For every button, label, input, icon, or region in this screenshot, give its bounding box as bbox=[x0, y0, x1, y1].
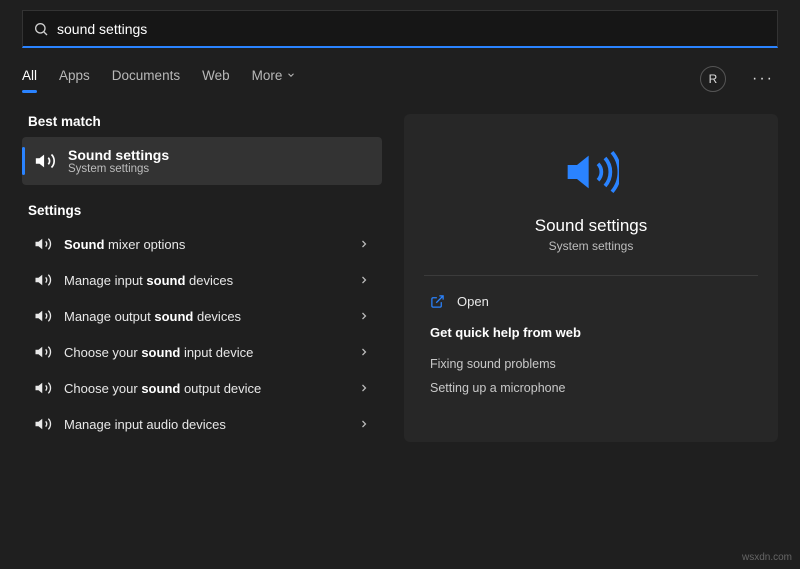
speaker-icon bbox=[34, 271, 52, 289]
settings-result[interactable]: Sound mixer options bbox=[22, 226, 382, 262]
section-best-match: Best match bbox=[28, 114, 382, 129]
tab-more[interactable]: More bbox=[252, 68, 297, 91]
tab-documents[interactable]: Documents bbox=[112, 68, 180, 91]
settings-result[interactable]: Manage output sound devices bbox=[22, 298, 382, 334]
search-input[interactable] bbox=[57, 21, 767, 37]
watermark: wsxdn.com bbox=[742, 552, 792, 563]
search-bar[interactable] bbox=[22, 10, 778, 48]
best-match-title: Sound settings bbox=[68, 147, 169, 163]
results-column: Best match Sound settings System setting… bbox=[22, 114, 382, 442]
speaker-icon bbox=[563, 144, 619, 200]
chevron-right-icon bbox=[358, 382, 370, 394]
speaker-icon bbox=[34, 150, 56, 172]
tab-web[interactable]: Web bbox=[202, 68, 230, 91]
help-link[interactable]: Setting up a microphone bbox=[430, 376, 752, 400]
help-heading: Get quick help from web bbox=[430, 325, 752, 340]
speaker-icon bbox=[34, 343, 52, 361]
tab-all[interactable]: All bbox=[22, 68, 37, 91]
filter-tabs: All Apps Documents Web More R ··· bbox=[22, 66, 778, 92]
chevron-down-icon bbox=[286, 70, 296, 80]
tab-more-label: More bbox=[252, 68, 283, 83]
search-icon bbox=[33, 21, 49, 37]
best-match-result[interactable]: Sound settings System settings bbox=[22, 137, 382, 185]
divider bbox=[424, 275, 758, 276]
open-icon bbox=[430, 294, 445, 309]
settings-result[interactable]: Manage input audio devices bbox=[22, 406, 382, 442]
speaker-icon bbox=[34, 235, 52, 253]
settings-list: Sound mixer options Manage input sound de… bbox=[22, 226, 382, 442]
section-settings: Settings bbox=[28, 203, 382, 218]
preview-panel: Sound settings System settings Open Get … bbox=[404, 114, 778, 442]
settings-result-label: Sound mixer options bbox=[64, 237, 346, 252]
speaker-icon bbox=[34, 379, 52, 397]
settings-result-label: Choose your sound input device bbox=[64, 345, 346, 360]
settings-result-label: Manage output sound devices bbox=[64, 309, 346, 324]
settings-result-label: Manage input audio devices bbox=[64, 417, 346, 432]
settings-result[interactable]: Manage input sound devices bbox=[22, 262, 382, 298]
settings-result[interactable]: Choose your sound input device bbox=[22, 334, 382, 370]
chevron-right-icon bbox=[358, 274, 370, 286]
tab-apps[interactable]: Apps bbox=[59, 68, 90, 91]
chevron-right-icon bbox=[358, 418, 370, 430]
open-label: Open bbox=[457, 294, 489, 309]
open-action[interactable]: Open bbox=[430, 290, 752, 325]
settings-result[interactable]: Choose your sound output device bbox=[22, 370, 382, 406]
preview-subtitle: System settings bbox=[430, 239, 752, 253]
chevron-right-icon bbox=[358, 346, 370, 358]
overflow-menu-button[interactable]: ··· bbox=[748, 66, 778, 92]
chevron-right-icon bbox=[358, 310, 370, 322]
settings-result-label: Manage input sound devices bbox=[64, 273, 346, 288]
settings-result-label: Choose your sound output device bbox=[64, 381, 346, 396]
help-link[interactable]: Fixing sound problems bbox=[430, 352, 752, 376]
chevron-right-icon bbox=[358, 238, 370, 250]
speaker-icon bbox=[34, 307, 52, 325]
best-match-subtitle: System settings bbox=[68, 163, 169, 175]
user-avatar[interactable]: R bbox=[700, 66, 726, 92]
preview-title: Sound settings bbox=[430, 216, 752, 236]
speaker-icon bbox=[34, 415, 52, 433]
